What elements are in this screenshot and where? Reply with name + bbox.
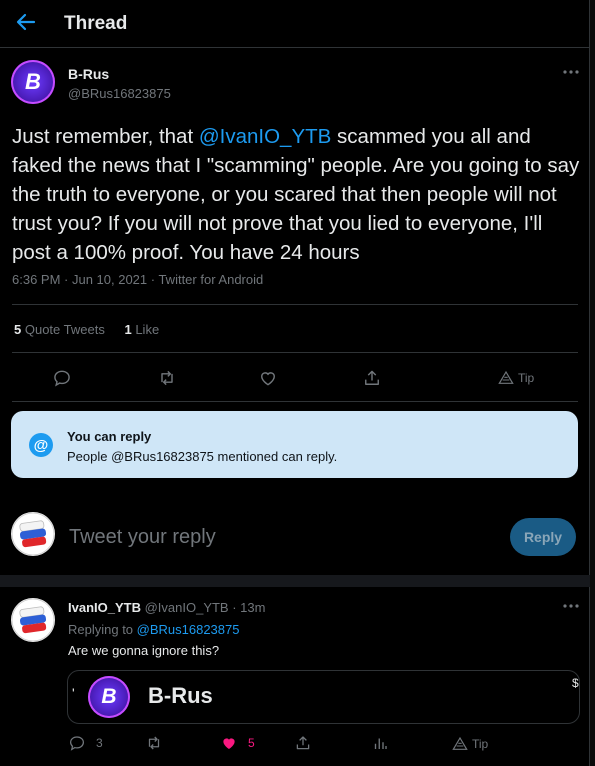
- author-handle[interactable]: @BRus16823875: [68, 86, 171, 101]
- author-name[interactable]: B-Rus: [68, 66, 109, 82]
- tip-label: Tip: [518, 371, 535, 385]
- like-count: 1: [124, 322, 132, 337]
- like-label: Like: [135, 322, 160, 337]
- thread-header: Thread: [0, 0, 590, 48]
- divider: [12, 401, 578, 402]
- replying-to: Replying to @BRus16823875: [68, 622, 239, 637]
- like-icon: [223, 738, 235, 749]
- tip-label: Tip: [472, 737, 489, 751]
- tweet-text: Just remember, that @IvanIO_YTB scammed …: [12, 122, 582, 267]
- share-icon[interactable]: [362, 368, 382, 388]
- reply-author-handle[interactable]: @IvanIO_YTB: [145, 600, 229, 615]
- tweet-stats: 5 Quote Tweets 1 Like: [14, 322, 159, 337]
- mention-link[interactable]: @IvanIO_YTB: [199, 125, 331, 148]
- author-avatar[interactable]: B: [11, 60, 55, 104]
- share-icon[interactable]: [294, 734, 312, 752]
- scrollbar[interactable]: [590, 0, 595, 766]
- quote-label: Quote Tweets: [24, 322, 105, 337]
- reply-action[interactable]: 3: [68, 734, 103, 752]
- reply-permission-notice: @ You can reply People @BRus16823875 men…: [11, 411, 578, 478]
- retweet-icon[interactable]: [145, 734, 163, 752]
- like-icon[interactable]: [258, 368, 278, 388]
- tip-button[interactable]: Tip: [498, 370, 534, 386]
- quote-count: 5: [14, 322, 22, 337]
- stats-icon[interactable]: [371, 734, 389, 752]
- reply-count: 3: [96, 736, 103, 750]
- reply-icon: [69, 736, 85, 751]
- tip-icon: [452, 736, 468, 750]
- embedded-card[interactable]: ' B B-Rus: [67, 670, 580, 724]
- reply-time[interactable]: · 13m: [232, 600, 265, 615]
- more-icon[interactable]: [560, 64, 582, 80]
- reply-icon[interactable]: [52, 368, 72, 388]
- my-avatar[interactable]: [11, 512, 55, 556]
- divider: [12, 352, 578, 353]
- thread-column: Thread B B-Rus @BRus16823875 Just rememb…: [0, 0, 590, 766]
- back-arrow-icon[interactable]: [14, 10, 38, 34]
- embed-title: B-Rus: [148, 683, 213, 708]
- quote-tweets-link[interactable]: 5 Quote Tweets: [14, 322, 105, 337]
- reply-text: Are we gonna ignore this?: [68, 643, 220, 658]
- divider: [12, 304, 578, 305]
- notice-title: You can reply: [67, 429, 152, 444]
- replying-to-link[interactable]: @BRus16823875: [137, 622, 240, 637]
- reply-like-count: 5: [248, 736, 255, 750]
- reply-header: IvanIO_YTB @IvanIO_YTB · 13m: [68, 600, 265, 615]
- tip-icon: [498, 370, 514, 384]
- at-icon: @: [29, 433, 53, 457]
- likes-link[interactable]: 1 Like: [124, 322, 159, 337]
- embed-left-mark: ': [72, 685, 75, 701]
- section-separator: [0, 575, 590, 587]
- tip-button[interactable]: Tip: [452, 736, 488, 752]
- notice-text: People @BRus16823875 mentioned can reply…: [67, 449, 338, 464]
- replying-to-prefix: Replying to: [68, 622, 137, 637]
- page-title: Thread: [64, 13, 128, 34]
- embed-avatar: B: [88, 676, 130, 718]
- reply-button[interactable]: Reply: [510, 518, 576, 556]
- embed-right-mark: $: [572, 676, 579, 690]
- reply-input[interactable]: Tweet your reply: [69, 526, 216, 549]
- tweet-meta: 6:36 PM · Jun 10, 2021 · Twitter for And…: [12, 272, 264, 287]
- like-action[interactable]: 5: [220, 734, 255, 752]
- retweet-icon[interactable]: [157, 368, 177, 388]
- reply-author-name[interactable]: IvanIO_YTB: [68, 600, 141, 615]
- reply-author-avatar[interactable]: [11, 598, 55, 642]
- tweet-text-start: Just remember, that: [12, 125, 199, 148]
- more-icon[interactable]: [560, 598, 582, 614]
